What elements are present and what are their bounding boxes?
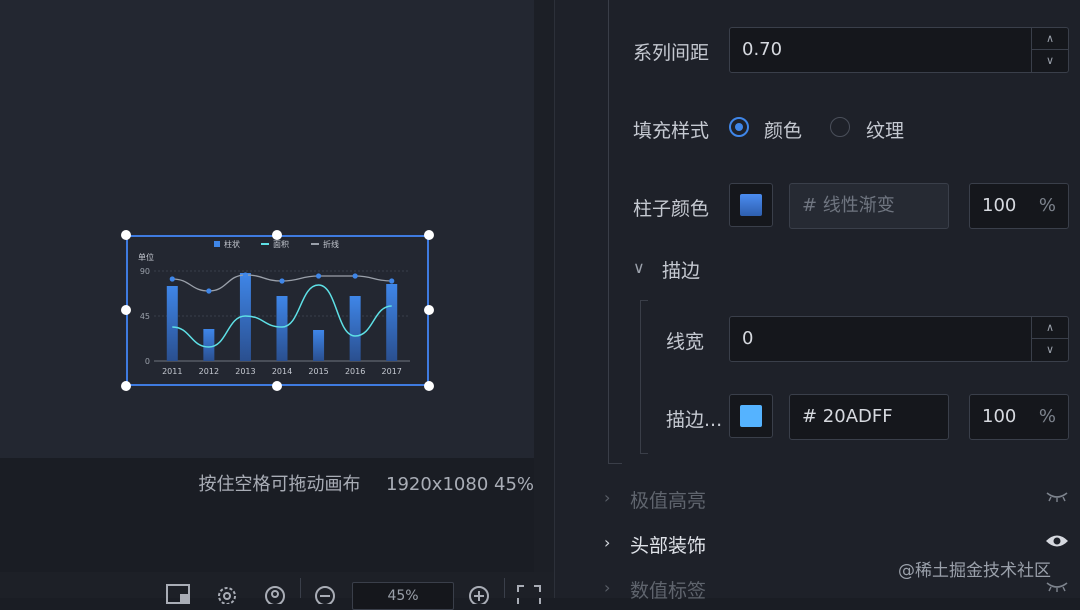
series-gap-label: 系列间距 xyxy=(633,42,710,64)
resize-handle[interactable] xyxy=(424,230,434,240)
increment-icon[interactable]: ∧ xyxy=(1032,317,1068,339)
canvas-hint: 按住空格可拖动画布 1920x1080 45% xyxy=(0,470,534,496)
line-width-stepper: ∧ ∨ xyxy=(1031,317,1068,361)
stroke-group-bracket xyxy=(640,300,648,301)
decrement-icon[interactable]: ∨ xyxy=(1032,50,1068,72)
eye-closed-icon[interactable] xyxy=(1045,580,1069,594)
resize-handle[interactable] xyxy=(121,230,131,240)
selection-frame[interactable] xyxy=(126,235,429,386)
series-gap-stepper: ∧ ∨ xyxy=(1031,28,1068,72)
percent-unit: % xyxy=(1038,406,1056,427)
group-guide-line xyxy=(608,463,622,464)
stroke-group-bracket xyxy=(640,300,641,453)
chevron-right-icon[interactable]: › xyxy=(604,488,610,507)
stroke-opacity-value: 100 xyxy=(982,406,1017,427)
resolution-text: 1920x1080 45% xyxy=(386,474,534,495)
stroke-color-hex: # 20ADFF xyxy=(802,406,893,427)
bar-color-picker[interactable] xyxy=(729,183,773,227)
eye-closed-icon[interactable] xyxy=(1045,490,1069,504)
canvas-gutter xyxy=(534,0,554,598)
line-width-input[interactable]: 0 ∧ ∨ xyxy=(729,316,1069,362)
line-width-label: 线宽 xyxy=(666,331,705,353)
bar-color-text-input[interactable]: # 线性渐变 xyxy=(789,183,949,229)
toolbar-separator xyxy=(300,578,301,598)
radio-color-label[interactable]: 颜色 xyxy=(764,116,802,143)
fill-style-label: 填充样式 xyxy=(633,120,710,142)
bar-color-placeholder: # 线性渐变 xyxy=(802,195,895,216)
series-gap-value: 0.70 xyxy=(742,39,783,60)
canvas-area[interactable] xyxy=(0,0,534,458)
resize-handle[interactable] xyxy=(424,381,434,391)
eye-icon[interactable] xyxy=(1045,532,1069,550)
radio-texture[interactable] xyxy=(830,117,850,137)
radio-color[interactable] xyxy=(729,117,749,137)
bar-color-swatch xyxy=(740,194,762,216)
chevron-right-icon[interactable]: › xyxy=(604,533,610,552)
bar-opacity-input[interactable]: 100 % xyxy=(969,183,1069,229)
zoom-input[interactable]: 45% xyxy=(352,582,454,610)
resize-handle[interactable] xyxy=(272,230,282,240)
series-gap-input[interactable]: 0.70 ∧ ∨ xyxy=(729,27,1069,73)
resize-handle[interactable] xyxy=(424,305,434,315)
watermark-text: @稀土掘金技术社区 xyxy=(898,561,1051,581)
layout-icon[interactable] xyxy=(166,584,192,604)
stroke-opacity-input[interactable]: 100 % xyxy=(969,394,1069,440)
increment-icon[interactable]: ∧ xyxy=(1032,28,1068,50)
stroke-color-picker[interactable] xyxy=(729,394,773,438)
line-width-value: 0 xyxy=(742,328,754,349)
section-value-label[interactable]: 数值标签 xyxy=(630,576,706,603)
chevron-right-icon[interactable]: › xyxy=(604,578,610,597)
stroke-color-hex-input[interactable]: # 20ADFF xyxy=(789,394,949,440)
stroke-color-label: 描边... xyxy=(666,409,723,431)
gear-icon[interactable] xyxy=(214,584,240,604)
resize-handle[interactable] xyxy=(121,381,131,391)
zoom-out-icon[interactable] xyxy=(312,584,338,604)
stroke-group-bracket xyxy=(640,453,648,454)
drag-hint-text: 按住空格可拖动画布 xyxy=(198,474,361,495)
group-guide-line xyxy=(608,0,609,464)
percent-unit: % xyxy=(1038,195,1056,216)
stroke-color-swatch xyxy=(740,405,762,427)
section-header-decoration[interactable]: 头部装饰 xyxy=(630,531,706,558)
bar-opacity-value: 100 xyxy=(982,195,1017,216)
resize-handle[interactable] xyxy=(121,305,131,315)
radio-texture-label[interactable]: 纹理 xyxy=(866,116,904,143)
fit-screen-icon[interactable] xyxy=(516,584,542,604)
bar-color-label: 柱子颜色 xyxy=(633,198,710,220)
chevron-down-icon[interactable]: ∨ xyxy=(633,258,645,277)
stroke-section-header[interactable]: 描边 xyxy=(662,256,700,283)
resize-handle[interactable] xyxy=(272,381,282,391)
zoom-in-icon[interactable] xyxy=(466,584,492,604)
decrement-icon[interactable]: ∨ xyxy=(1032,339,1068,361)
toolbar-separator xyxy=(504,578,505,598)
section-extreme-highlight[interactable]: 极值高亮 xyxy=(630,486,706,513)
help-icon[interactable] xyxy=(262,584,288,604)
